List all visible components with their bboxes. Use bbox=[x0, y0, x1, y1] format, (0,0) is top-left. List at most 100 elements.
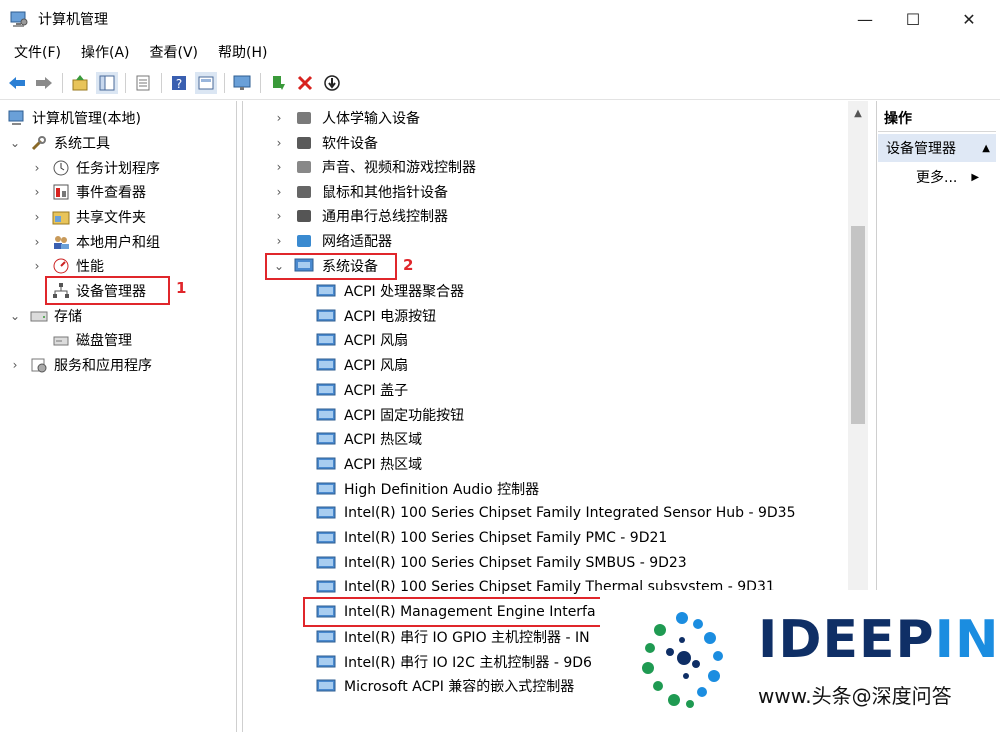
device-item[interactable]: ACPI 风扇 bbox=[316, 328, 408, 352]
menu-help[interactable]: 帮助(H) bbox=[210, 42, 275, 62]
up-folder-icon[interactable] bbox=[69, 72, 91, 94]
device-item[interactable]: ACPI 热区域 bbox=[316, 452, 422, 476]
device-item[interactable]: ACPI 电源按钮 bbox=[316, 304, 436, 328]
device-category-mouse[interactable]: › 鼠标和其他指针设备 bbox=[272, 180, 448, 204]
export-icon[interactable] bbox=[132, 72, 154, 94]
toolbar-separator bbox=[62, 72, 63, 93]
device-item[interactable]: Intel(R) 串行 IO GPIO 主机控制器 - IN bbox=[316, 625, 590, 649]
device-category-label: 声音、视频和游戏控制器 bbox=[322, 160, 476, 177]
device-item[interactable]: Intel(R) 100 Series Chipset Family PMC -… bbox=[316, 526, 667, 550]
computer-management-icon bbox=[10, 11, 28, 27]
system-device-icon bbox=[316, 679, 336, 692]
device-item[interactable]: ACPI 处理器聚合器 bbox=[316, 279, 464, 303]
menu-file[interactable]: 文件(F) bbox=[6, 42, 69, 62]
monitor-icon[interactable] bbox=[231, 72, 253, 94]
chevron-right-icon[interactable]: › bbox=[272, 209, 286, 223]
tree-item-storage[interactable]: ⌄ 存储 bbox=[8, 304, 82, 328]
device-category-software[interactable]: › 软件设备 bbox=[272, 131, 378, 155]
device-item[interactable]: Intel(R) 100 Series Chipset Family Integ… bbox=[316, 501, 796, 525]
tree-item-performance[interactable]: › 性能 bbox=[30, 254, 104, 278]
highlight-box-management-engine bbox=[303, 597, 603, 627]
device-item-label: Intel(R) 串行 IO I2C 主机控制器 - 9D6 bbox=[344, 654, 592, 671]
device-item[interactable]: High Definition Audio 控制器 bbox=[316, 477, 539, 501]
chevron-right-icon[interactable]: › bbox=[30, 161, 44, 175]
tree-item-event-viewer[interactable]: › 事件查看器 bbox=[30, 180, 146, 204]
device-item[interactable]: Intel(R) 串行 IO I2C 主机控制器 - 9D6 bbox=[316, 650, 592, 674]
minimize-button[interactable]: — bbox=[842, 0, 888, 38]
show-hide-tree-icon[interactable] bbox=[96, 71, 118, 94]
tree-item-services[interactable]: › 服务和应用程序 bbox=[8, 353, 152, 377]
chevron-right-icon[interactable]: › bbox=[30, 185, 44, 199]
chevron-down-icon[interactable]: ⌄ bbox=[8, 136, 22, 150]
users-icon bbox=[54, 236, 69, 249]
device-item-label: Intel(R) 串行 IO GPIO 主机控制器 - IN bbox=[344, 629, 590, 646]
tools-icon bbox=[31, 136, 46, 151]
tree-root[interactable]: 计算机管理(本地) bbox=[8, 106, 141, 130]
actions-header: 操作 bbox=[878, 104, 996, 132]
collapse-up-icon[interactable]: ▲ bbox=[982, 143, 990, 154]
device-item[interactable]: Microsoft ACPI 兼容的嵌入式控制器 bbox=[316, 674, 574, 698]
device-category-label: 通用串行总线控制器 bbox=[322, 209, 448, 226]
close-button[interactable]: ✕ bbox=[946, 0, 992, 38]
chevron-right-icon[interactable]: › bbox=[8, 358, 22, 372]
actions-more-label: 更多... bbox=[916, 170, 958, 186]
device-item[interactable]: ACPI 热区域 bbox=[316, 427, 422, 451]
device-category-network[interactable]: › 网络适配器 bbox=[272, 229, 392, 253]
toolbar-separator bbox=[125, 72, 126, 93]
system-device-icon bbox=[316, 457, 336, 470]
chevron-right-icon[interactable]: › bbox=[30, 259, 44, 273]
device-category-audio[interactable]: › 声音、视频和游戏控制器 bbox=[272, 155, 476, 179]
device-item-label: ACPI 处理器聚合器 bbox=[344, 284, 465, 300]
tree-item-disk-management[interactable]: 磁盘管理 bbox=[52, 328, 132, 352]
chevron-right-icon[interactable]: › bbox=[272, 185, 286, 199]
menu-view[interactable]: 查看(V) bbox=[142, 42, 207, 62]
chevron-right-icon[interactable]: › bbox=[272, 234, 286, 248]
chevron-right-icon[interactable]: › bbox=[30, 210, 44, 224]
properties-icon[interactable] bbox=[195, 71, 217, 94]
uninstall-icon[interactable] bbox=[294, 72, 316, 94]
event-viewer-icon bbox=[53, 184, 69, 200]
device-item[interactable]: ACPI 盖子 bbox=[316, 378, 408, 402]
services-icon bbox=[31, 358, 47, 373]
system-device-icon bbox=[316, 358, 336, 371]
update-driver-icon[interactable] bbox=[267, 72, 289, 94]
highlight-box-device-manager bbox=[45, 276, 170, 305]
device-category-label: 网络适配器 bbox=[322, 234, 392, 250]
actions-more-item[interactable]: 更多... ▶ bbox=[916, 167, 979, 187]
chevron-right-icon[interactable]: › bbox=[30, 235, 44, 249]
chevron-down-icon[interactable]: ⌄ bbox=[8, 309, 22, 323]
device-item[interactable]: ACPI 风扇 bbox=[316, 353, 408, 377]
menu-bar: 文件(F) 操作(A) 查看(V) 帮助(H) bbox=[0, 38, 1000, 66]
back-icon[interactable] bbox=[6, 72, 28, 94]
help-icon[interactable]: ? bbox=[168, 72, 190, 94]
device-item[interactable]: ACPI 固定功能按钮 bbox=[316, 403, 464, 427]
tree-item-task-scheduler[interactable]: › 任务计划程序 bbox=[30, 156, 160, 180]
tree-item-shared-folders[interactable]: › 共享文件夹 bbox=[30, 205, 146, 229]
storage-icon bbox=[30, 311, 48, 322]
performance-icon bbox=[53, 258, 69, 274]
disable-icon[interactable] bbox=[321, 72, 343, 94]
tree-item-system-tools[interactable]: ⌄ 系统工具 bbox=[8, 131, 110, 155]
actions-section-device-manager[interactable]: 设备管理器 ▲ bbox=[878, 134, 996, 162]
device-category-label: 人体学输入设备 bbox=[322, 111, 420, 127]
device-category-usb[interactable]: › 通用串行总线控制器 bbox=[272, 204, 448, 228]
device-category-label: 软件设备 bbox=[322, 135, 378, 152]
chevron-right-icon[interactable]: › bbox=[272, 160, 286, 174]
watermark-brand: IDEEPIN bbox=[758, 610, 1000, 670]
toolbar-separator bbox=[161, 72, 162, 93]
device-item[interactable]: Intel(R) 100 Series Chipset Family SMBUS… bbox=[316, 551, 687, 575]
chevron-right-icon[interactable]: › bbox=[272, 111, 286, 125]
audio-device-icon bbox=[297, 161, 311, 174]
device-category-hid[interactable]: › 人体学输入设备 bbox=[272, 106, 420, 130]
maximize-button[interactable]: ☐ bbox=[890, 0, 936, 38]
menu-action[interactable]: 操作(A) bbox=[73, 42, 138, 62]
device-item-label: Microsoft ACPI 兼容的嵌入式控制器 bbox=[344, 679, 575, 696]
device-item-label: ACPI 热区域 bbox=[344, 432, 423, 449]
tree-item-local-users[interactable]: › 本地用户和组 bbox=[30, 230, 160, 254]
system-device-icon bbox=[316, 580, 336, 593]
chevron-right-icon[interactable]: › bbox=[272, 136, 286, 150]
scrollbar-thumb[interactable] bbox=[851, 226, 865, 424]
forward-icon[interactable] bbox=[33, 72, 55, 94]
scroll-up-arrow-icon[interactable]: ▲ bbox=[848, 108, 868, 124]
device-item-label: Intel(R) 100 Series Chipset Family PMC -… bbox=[344, 530, 668, 546]
